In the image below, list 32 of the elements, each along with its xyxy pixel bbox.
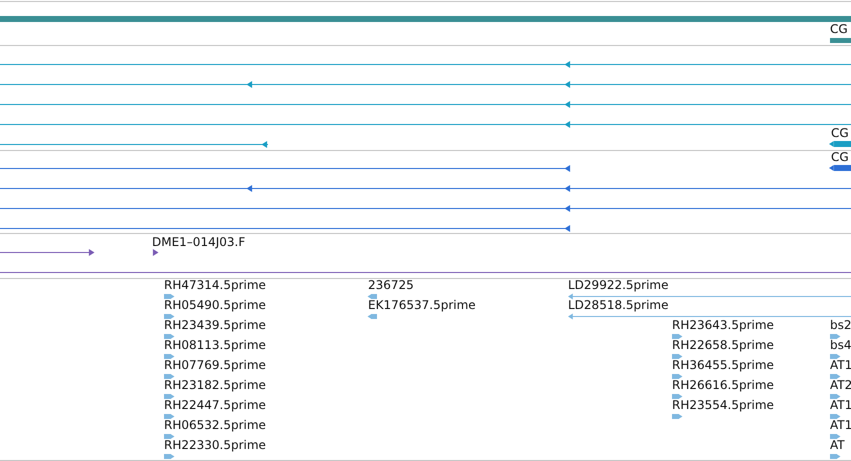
feature-label: LD29922.5prime: [568, 278, 669, 292]
feature-label: RH22330.5prime: [164, 438, 266, 452]
feature-label: bs2: [830, 318, 851, 332]
feature-label: RH22447.5prime: [164, 398, 266, 412]
feature-label: AT1: [830, 358, 851, 372]
feature-label: RH47314.5prime: [164, 278, 266, 292]
gene-label: CG: [831, 126, 849, 140]
feature-label: RH22658.5prime: [672, 338, 774, 352]
gene-label: CG: [831, 150, 849, 164]
feature-label: RH08113.5prime: [164, 338, 266, 352]
feature-label: AT1: [830, 398, 851, 412]
feature-label: DME1–014J03.F: [152, 235, 246, 249]
feature-label: EK176537.5prime: [368, 298, 476, 312]
feature-label: RH23439.5prime: [164, 318, 266, 332]
exon-bar: [829, 165, 851, 171]
gene-bar: [830, 38, 851, 43]
feature-label: AT1: [830, 418, 851, 432]
gene-label: CG: [830, 22, 848, 36]
feature-label: RH05490.5prime: [164, 298, 266, 312]
feature-label: AT: [830, 438, 845, 452]
feature-label: LD28518.5prime: [568, 298, 669, 312]
feature-label: RH23182.5prime: [164, 378, 266, 392]
feature-label: RH23554.5prime: [672, 398, 774, 412]
feature-label: RH07769.5prime: [164, 358, 266, 372]
feature-label: AT2: [830, 378, 851, 392]
exon-bar: [829, 141, 851, 147]
feature-label: RH06532.5prime: [164, 418, 266, 432]
feature-label: RH26616.5prime: [672, 378, 774, 392]
feature-label: bs4: [830, 338, 851, 352]
feature-label: 236725: [368, 278, 414, 292]
feature-label: RH36455.5prime: [672, 358, 774, 372]
feature-label: RH23643.5prime: [672, 318, 774, 332]
